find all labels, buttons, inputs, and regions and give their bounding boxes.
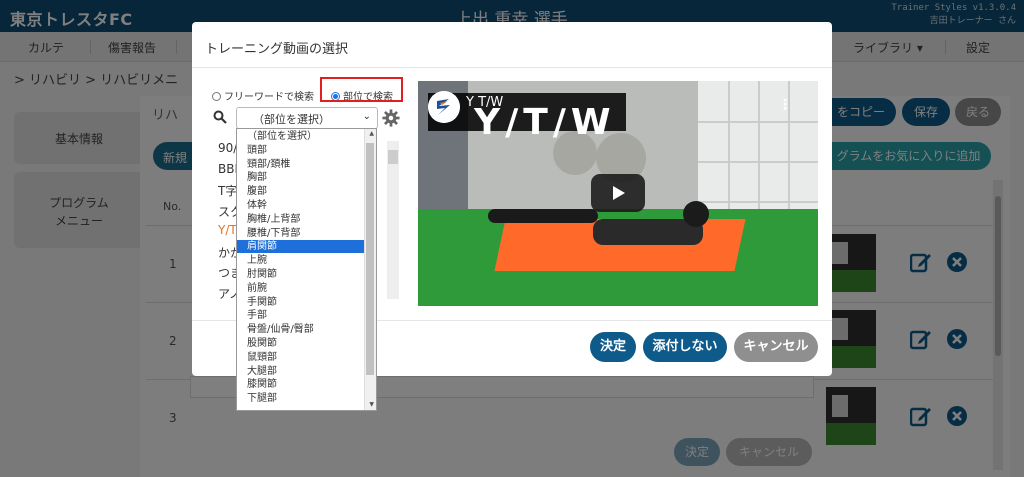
select-value: （部位を選択） [253,113,330,126]
dropdown-option[interactable]: 腹部 [237,185,364,198]
scroll-down-icon[interactable]: ▼ [369,401,374,408]
video-list-item[interactable]: 90/ [218,141,238,155]
more-vert-icon[interactable]: ⋮ [778,97,792,113]
dropdown-option[interactable]: 大腿部 [237,365,364,378]
dropdown-scrollbar-thumb[interactable] [366,143,374,375]
play-button[interactable] [591,174,645,212]
dropdown-option[interactable]: 肩関節 [237,240,364,254]
dropdown-option[interactable]: 鼠頸部 [237,351,364,364]
video-player[interactable]: Y/T/W Y T/W ⋮ [418,81,818,306]
dropdown-option[interactable]: 胸椎/上背部 [237,213,364,226]
radio-dot [212,92,221,101]
body-part-select[interactable]: （部位を選択） ⌄ [236,107,378,129]
modal-title: トレーニング動画の選択 [205,42,349,57]
video-scene-person [683,201,709,227]
dropdown-option[interactable]: 体幹 [237,199,364,212]
dropdown-option[interactable]: 胸部 [237,171,364,184]
video-caption: Y T/W [466,95,504,110]
video-list-scrollbar[interactable] [387,141,399,299]
dropdown-option[interactable]: 手関節 [237,296,364,309]
video-list-item[interactable]: かか [218,244,238,261]
dropdown-option[interactable]: 膝関節 [237,378,364,391]
video-scene-person [488,209,598,223]
video-list-item[interactable]: スク [218,203,238,220]
no-attach-button[interactable]: 添付しない [643,332,727,362]
dropdown-option[interactable]: 頸部/頚椎 [237,158,364,171]
channel-logo-icon[interactable] [428,91,460,123]
dropdown-option[interactable]: 手部 [237,309,364,322]
dropdown-option[interactable]: 上腕 [237,254,364,267]
video-list-item[interactable]: つま [218,264,238,281]
dropdown-option[interactable]: 頭部 [237,144,364,157]
cancel-button[interactable]: キャンセル [734,332,818,362]
body-part-dropdown[interactable]: ▲ ▼ （部位を選択） 頭部 頸部/頚椎 胸部 腹部 体幹 胸椎/上背部 腰椎/下背部 肩関節上… [236,128,377,411]
video-list-item[interactable]: アノ [218,285,238,302]
video-list-scrollbar-thumb[interactable] [388,150,398,164]
dropdown-option[interactable]: 骨盤/仙骨/臀部 [237,323,364,336]
dropdown-option[interactable]: （部位を選択） [237,130,364,143]
highlight-box [320,77,403,102]
video-list-item[interactable]: Y/T [218,223,238,237]
gear-icon[interactable] [382,109,400,127]
dropdown-option[interactable]: 腰椎/下背部 [237,227,364,240]
radio-freeword-search[interactable]: フリーワードで検索 [212,88,314,103]
confirm-button[interactable]: 決定 [590,332,636,362]
modal-divider [192,67,832,68]
radio-label: フリーワードで検索 [224,92,314,103]
dropdown-option[interactable]: 股関節 [237,337,364,350]
play-icon [613,186,625,200]
chevron-down-icon: ⌄ [362,111,371,122]
dropdown-option[interactable]: 前腕 [237,282,364,295]
scroll-up-icon[interactable]: ▲ [369,130,374,137]
video-list-item[interactable]: BBL [218,162,238,176]
search-icon [213,110,227,124]
dropdown-option[interactable]: 下腿部 [237,392,364,405]
dropdown-option[interactable]: 肘関節 [237,268,364,281]
video-list-item[interactable]: T字 [218,182,238,199]
